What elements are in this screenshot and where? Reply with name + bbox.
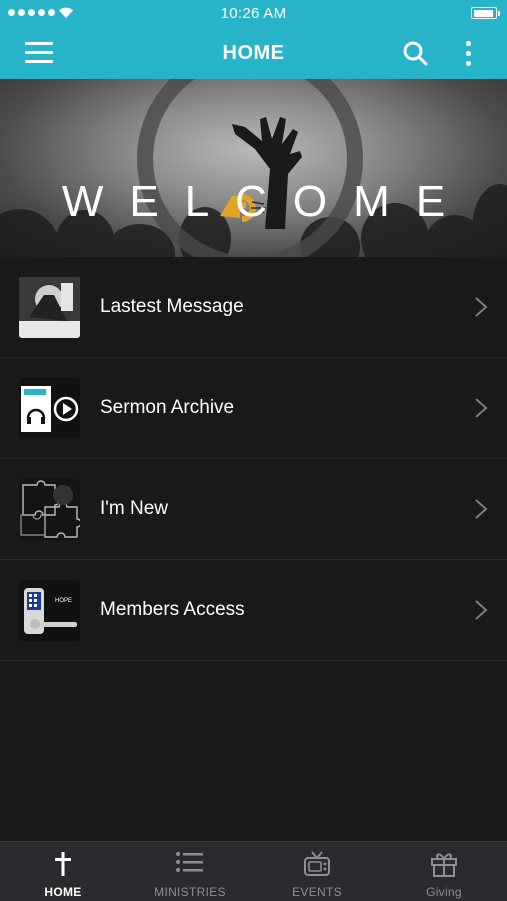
status-time: 10:26 AM [220, 5, 287, 22]
tab-label: MINISTRIES [154, 885, 226, 899]
welcome-headline: WELCOME [61, 177, 472, 226]
search-icon[interactable] [402, 40, 428, 66]
list-item-members-access[interactable]: HOPE Members Access [0, 560, 507, 661]
tab-ministries[interactable]: MINISTRIES [127, 842, 253, 901]
tab-label: EVENTS [292, 885, 342, 899]
tab-home[interactable]: HOME [0, 842, 126, 901]
home-menu-list: Lastest Message Sermon Archive I'm New H… [0, 257, 507, 661]
members-access-thumbnail: HOPE [19, 580, 80, 641]
tab-label: Giving [426, 885, 462, 899]
battery-icon [471, 7, 500, 19]
page-title: HOME [222, 42, 285, 64]
tab-events[interactable]: EVENTS [254, 842, 380, 901]
banner-background [0, 79, 507, 257]
list-item-label: Sermon Archive [100, 397, 235, 418]
bottom-tab-bar: HOME MINISTRIES EVENTS Giving [0, 841, 507, 901]
more-options-icon[interactable] [460, 39, 476, 67]
list-item-label: Members Access [100, 599, 245, 620]
tv-icon [304, 851, 330, 876]
list-item-sermon-archive[interactable]: Sermon Archive [0, 358, 507, 459]
status-bar: 10:26 AM [0, 0, 507, 28]
list-item-im-new[interactable]: I'm New [0, 459, 507, 560]
nav-bar: HOME [0, 28, 507, 79]
gift-icon [431, 853, 457, 877]
cross-icon [55, 852, 71, 876]
list-item-label: Lastest Message [100, 296, 244, 317]
chevron-right-icon [475, 398, 488, 418]
tab-label: HOME [44, 885, 82, 899]
welcome-banner: WELCOME [0, 79, 507, 257]
chevron-right-icon [475, 297, 488, 317]
svg-text:HOPE: HOPE [55, 598, 72, 604]
sermon-archive-thumbnail [19, 378, 80, 439]
list-item-latest-message[interactable]: Lastest Message [0, 257, 507, 358]
chevron-right-icon [475, 600, 488, 620]
im-new-thumbnail [19, 479, 80, 540]
latest-message-thumbnail [19, 277, 80, 338]
chevron-right-icon [475, 499, 488, 519]
list-item-label: I'm New [100, 498, 169, 519]
list-icon [176, 852, 203, 872]
tab-giving[interactable]: Giving [381, 842, 507, 901]
